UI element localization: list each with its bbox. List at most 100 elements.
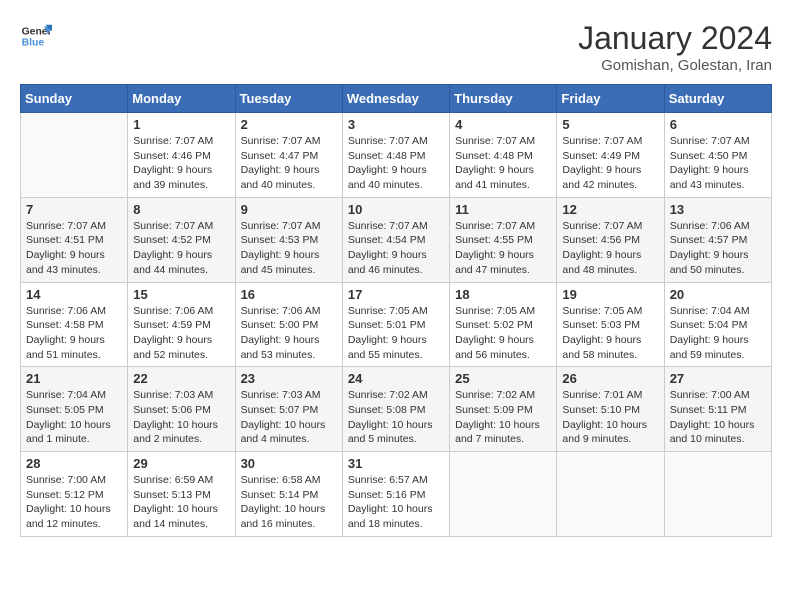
day-number: 4 — [455, 117, 551, 132]
day-info: Sunrise: 7:07 AMSunset: 4:54 PMDaylight:… — [348, 219, 444, 278]
weekday-header: Wednesday — [342, 85, 449, 113]
logo: General Blue — [20, 20, 52, 52]
day-info: Sunrise: 7:03 AMSunset: 5:06 PMDaylight:… — [133, 388, 229, 447]
day-number: 18 — [455, 287, 551, 302]
calendar-day-cell: 16 Sunrise: 7:06 AMSunset: 5:00 PMDayligh… — [235, 282, 342, 367]
calendar-table: SundayMondayTuesdayWednesdayThursdayFrid… — [20, 84, 772, 537]
calendar-day-cell: 30 Sunrise: 6:58 AMSunset: 5:14 PMDayligh… — [235, 452, 342, 537]
day-info: Sunrise: 7:03 AMSunset: 5:07 PMDaylight:… — [241, 388, 337, 447]
calendar-day-cell: 13 Sunrise: 7:06 AMSunset: 4:57 PMDayligh… — [664, 197, 771, 282]
calendar-day-cell: 7Sunrise: 7:07 AMSunset: 4:51 PMDaylight… — [21, 197, 128, 282]
day-number: 26 — [562, 371, 658, 386]
day-number: 10 — [348, 202, 444, 217]
weekday-header: Saturday — [664, 85, 771, 113]
calendar-day-cell: 23 Sunrise: 7:03 AMSunset: 5:07 PMDayligh… — [235, 367, 342, 452]
day-number: 5 — [562, 117, 658, 132]
day-number: 21 — [26, 371, 122, 386]
day-info: Sunrise: 7:04 AMSunset: 5:05 PMDaylight:… — [26, 388, 122, 447]
calendar-day-cell: 24 Sunrise: 7:02 AMSunset: 5:08 PMDayligh… — [342, 367, 449, 452]
calendar-day-cell: 12Sunrise: 7:07 AMSunset: 4:56 PMDayligh… — [557, 197, 664, 282]
calendar-day-cell: 10 Sunrise: 7:07 AMSunset: 4:54 PMDayligh… — [342, 197, 449, 282]
calendar-day-cell: 9 Sunrise: 7:07 AMSunset: 4:53 PMDaylight… — [235, 197, 342, 282]
day-info: Sunrise: 6:58 AMSunset: 5:14 PMDaylight:… — [241, 473, 337, 532]
calendar-day-cell: 29Sunrise: 6:59 AMSunset: 5:13 PMDayligh… — [128, 452, 235, 537]
calendar-day-cell: 26 Sunrise: 7:01 AMSunset: 5:10 PMDayligh… — [557, 367, 664, 452]
day-number: 7 — [26, 202, 122, 217]
weekday-header: Friday — [557, 85, 664, 113]
day-info: Sunrise: 7:02 AMSunset: 5:08 PMDaylight:… — [348, 388, 444, 447]
day-number: 31 — [348, 456, 444, 471]
day-info: Sunrise: 6:57 AMSunset: 5:16 PMDaylight:… — [348, 473, 444, 532]
calendar-day-cell — [450, 452, 557, 537]
page-header: General Blue January 2024 Gomishan, Gole… — [20, 20, 772, 74]
svg-text:Blue: Blue — [22, 38, 45, 49]
day-number: 30 — [241, 456, 337, 471]
day-number: 22 — [133, 371, 229, 386]
day-number: 19 — [562, 287, 658, 302]
calendar-week-row: 21 Sunrise: 7:04 AMSunset: 5:05 PMDayligh… — [21, 367, 772, 452]
calendar-day-cell: 8Sunrise: 7:07 AMSunset: 4:52 PMDaylight… — [128, 197, 235, 282]
day-info: Sunrise: 7:06 AMSunset: 4:58 PMDaylight:… — [26, 304, 122, 363]
day-number: 9 — [241, 202, 337, 217]
day-number: 3 — [348, 117, 444, 132]
calendar-day-cell — [557, 452, 664, 537]
calendar-day-cell — [664, 452, 771, 537]
weekday-header: Tuesday — [235, 85, 342, 113]
day-info: Sunrise: 7:07 AMSunset: 4:55 PMDaylight:… — [455, 219, 551, 278]
calendar-day-cell: 22 Sunrise: 7:03 AMSunset: 5:06 PMDayligh… — [128, 367, 235, 452]
day-info: Sunrise: 7:07 AMSunset: 4:50 PMDaylight:… — [670, 134, 766, 193]
calendar-day-cell: 19 Sunrise: 7:05 AMSunset: 5:03 PMDayligh… — [557, 282, 664, 367]
day-info: Sunrise: 7:06 AMSunset: 5:00 PMDaylight:… — [241, 304, 337, 363]
day-info: Sunrise: 7:00 AMSunset: 5:11 PMDaylight:… — [670, 388, 766, 447]
calendar-day-cell: 4 Sunrise: 7:07 AMSunset: 4:48 PMDaylight… — [450, 113, 557, 198]
calendar-day-cell: 1Sunrise: 7:07 AMSunset: 4:46 PMDaylight… — [128, 113, 235, 198]
calendar-day-cell — [21, 113, 128, 198]
weekday-header: Sunday — [21, 85, 128, 113]
day-info: Sunrise: 7:00 AMSunset: 5:12 PMDaylight:… — [26, 473, 122, 532]
calendar-day-cell: 15Sunrise: 7:06 AMSunset: 4:59 PMDayligh… — [128, 282, 235, 367]
day-info: Sunrise: 6:59 AMSunset: 5:13 PMDaylight:… — [133, 473, 229, 532]
day-number: 24 — [348, 371, 444, 386]
calendar-day-cell: 18 Sunrise: 7:05 AMSunset: 5:02 PMDayligh… — [450, 282, 557, 367]
day-number: 6 — [670, 117, 766, 132]
day-info: Sunrise: 7:05 AMSunset: 5:02 PMDaylight:… — [455, 304, 551, 363]
day-info: Sunrise: 7:07 AMSunset: 4:48 PMDaylight:… — [348, 134, 444, 193]
day-number: 23 — [241, 371, 337, 386]
calendar-day-cell: 28 Sunrise: 7:00 AMSunset: 5:12 PMDayligh… — [21, 452, 128, 537]
day-info: Sunrise: 7:02 AMSunset: 5:09 PMDaylight:… — [455, 388, 551, 447]
day-number: 15 — [133, 287, 229, 302]
day-info: Sunrise: 7:04 AMSunset: 5:04 PMDaylight:… — [670, 304, 766, 363]
day-info: Sunrise: 7:07 AMSunset: 4:53 PMDaylight:… — [241, 219, 337, 278]
location-subtitle: Gomishan, Golestan, Iran — [578, 57, 772, 74]
calendar-day-cell: 6 Sunrise: 7:07 AMSunset: 4:50 PMDaylight… — [664, 113, 771, 198]
calendar-day-cell: 25 Sunrise: 7:02 AMSunset: 5:09 PMDayligh… — [450, 367, 557, 452]
day-info: Sunrise: 7:01 AMSunset: 5:10 PMDaylight:… — [562, 388, 658, 447]
day-info: Sunrise: 7:07 AMSunset: 4:48 PMDaylight:… — [455, 134, 551, 193]
general-blue-logo-icon: General Blue — [20, 20, 52, 52]
day-number: 27 — [670, 371, 766, 386]
weekday-header: Thursday — [450, 85, 557, 113]
calendar-header-row: SundayMondayTuesdayWednesdayThursdayFrid… — [21, 85, 772, 113]
day-number: 11 — [455, 202, 551, 217]
day-info: Sunrise: 7:05 AMSunset: 5:03 PMDaylight:… — [562, 304, 658, 363]
day-number: 16 — [241, 287, 337, 302]
day-number: 13 — [670, 202, 766, 217]
day-info: Sunrise: 7:06 AMSunset: 4:57 PMDaylight:… — [670, 219, 766, 278]
calendar-day-cell: 11 Sunrise: 7:07 AMSunset: 4:55 PMDayligh… — [450, 197, 557, 282]
day-number: 14 — [26, 287, 122, 302]
calendar-day-cell: 27 Sunrise: 7:00 AMSunset: 5:11 PMDayligh… — [664, 367, 771, 452]
calendar-day-cell: 20 Sunrise: 7:04 AMSunset: 5:04 PMDayligh… — [664, 282, 771, 367]
day-number: 20 — [670, 287, 766, 302]
calendar-day-cell: 3 Sunrise: 7:07 AMSunset: 4:48 PMDaylight… — [342, 113, 449, 198]
day-info: Sunrise: 7:07 AMSunset: 4:56 PMDaylight:… — [562, 219, 658, 278]
day-number: 25 — [455, 371, 551, 386]
calendar-week-row: 1Sunrise: 7:07 AMSunset: 4:46 PMDaylight… — [21, 113, 772, 198]
day-info: Sunrise: 7:07 AMSunset: 4:52 PMDaylight:… — [133, 219, 229, 278]
day-info: Sunrise: 7:07 AMSunset: 4:46 PMDaylight:… — [133, 134, 229, 193]
calendar-week-row: 7Sunrise: 7:07 AMSunset: 4:51 PMDaylight… — [21, 197, 772, 282]
calendar-week-row: 14 Sunrise: 7:06 AMSunset: 4:58 PMDayligh… — [21, 282, 772, 367]
day-number: 28 — [26, 456, 122, 471]
day-number: 17 — [348, 287, 444, 302]
calendar-day-cell: 2Sunrise: 7:07 AMSunset: 4:47 PMDaylight… — [235, 113, 342, 198]
day-info: Sunrise: 7:07 AMSunset: 4:49 PMDaylight:… — [562, 134, 658, 193]
